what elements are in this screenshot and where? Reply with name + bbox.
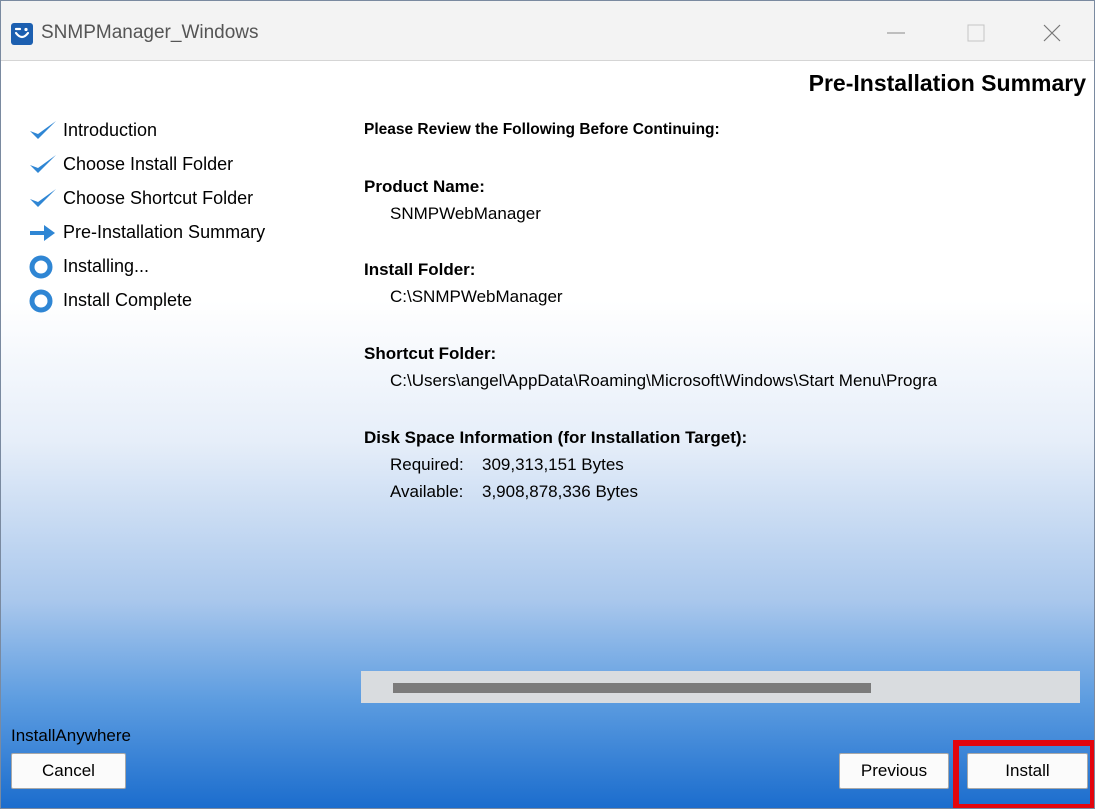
step-label: Installing... [63, 256, 150, 276]
app-icon [11, 23, 33, 45]
step-item: Introduction [29, 117, 329, 145]
window-title: SNMPManager_Windows [41, 22, 259, 43]
step-item: Choose Shortcut Folder [29, 185, 329, 213]
title-bar: SNMPManager_Windows [1, 1, 1094, 61]
step-label: Choose Install Folder [63, 154, 234, 174]
maximize-icon [967, 24, 985, 42]
step-label: Install Complete [63, 290, 193, 310]
disk-required-label: Required: [390, 455, 464, 474]
disk-space-title: Disk Space Information (for Installation… [364, 428, 748, 447]
page-heading: Pre-Installation Summary [808, 70, 1086, 96]
arrow-right-icon [30, 225, 55, 241]
disk-available-label: Available: [390, 482, 464, 501]
circle-icon [29, 255, 53, 279]
disk-required-value: 309,313,151 Bytes [482, 455, 624, 474]
step-label: Introduction [63, 120, 158, 140]
checkmark-icon [30, 189, 56, 207]
minimize-button[interactable] [873, 15, 919, 51]
maximize-button[interactable] [953, 15, 999, 51]
product-name-title: Product Name: [364, 177, 485, 196]
disk-available-row: Available: 3,908,878,336 Bytes [390, 482, 638, 502]
disk-required-row: Required: 309,313,151 Bytes [390, 455, 624, 475]
installer-window: SNMPManager_Windows Pre-Installation Sum… [0, 0, 1095, 809]
step-item: Installing... [29, 253, 329, 281]
previous-button[interactable]: Previous [839, 753, 949, 789]
product-name-value: SNMPWebManager [390, 204, 541, 223]
step-label: Choose Shortcut Folder [63, 188, 254, 208]
shortcut-folder-title: Shortcut Folder: [364, 344, 497, 363]
scrollbar-thumb[interactable] [393, 683, 871, 693]
checkmark-icon [30, 155, 56, 173]
checkmark-icon [30, 121, 56, 139]
step-item: Install Complete [29, 287, 329, 315]
summary-intro: Please Review the Following Before Conti… [364, 121, 720, 138]
horizontal-scrollbar[interactable] [361, 671, 1080, 703]
disk-available-value: 3,908,878,336 Bytes [482, 482, 638, 501]
circle-icon [29, 289, 53, 313]
step-item: Choose Install Folder [29, 151, 329, 179]
cancel-button[interactable]: Cancel [11, 753, 126, 789]
close-icon [1043, 24, 1061, 42]
close-button[interactable] [1029, 15, 1075, 51]
install-highlight-box [953, 740, 1094, 808]
brand-label: InstallAnywhere [11, 726, 132, 745]
step-label: Pre-Installation Summary [63, 222, 266, 242]
minimize-icon [887, 32, 905, 34]
shortcut-folder-value: C:\Users\angel\AppData\Roaming\Microsoft… [390, 371, 938, 390]
install-folder-value: C:\SNMPWebManager [390, 287, 563, 306]
step-item-current: Pre-Installation Summary [29, 219, 329, 247]
install-folder-title: Install Folder: [364, 260, 476, 279]
